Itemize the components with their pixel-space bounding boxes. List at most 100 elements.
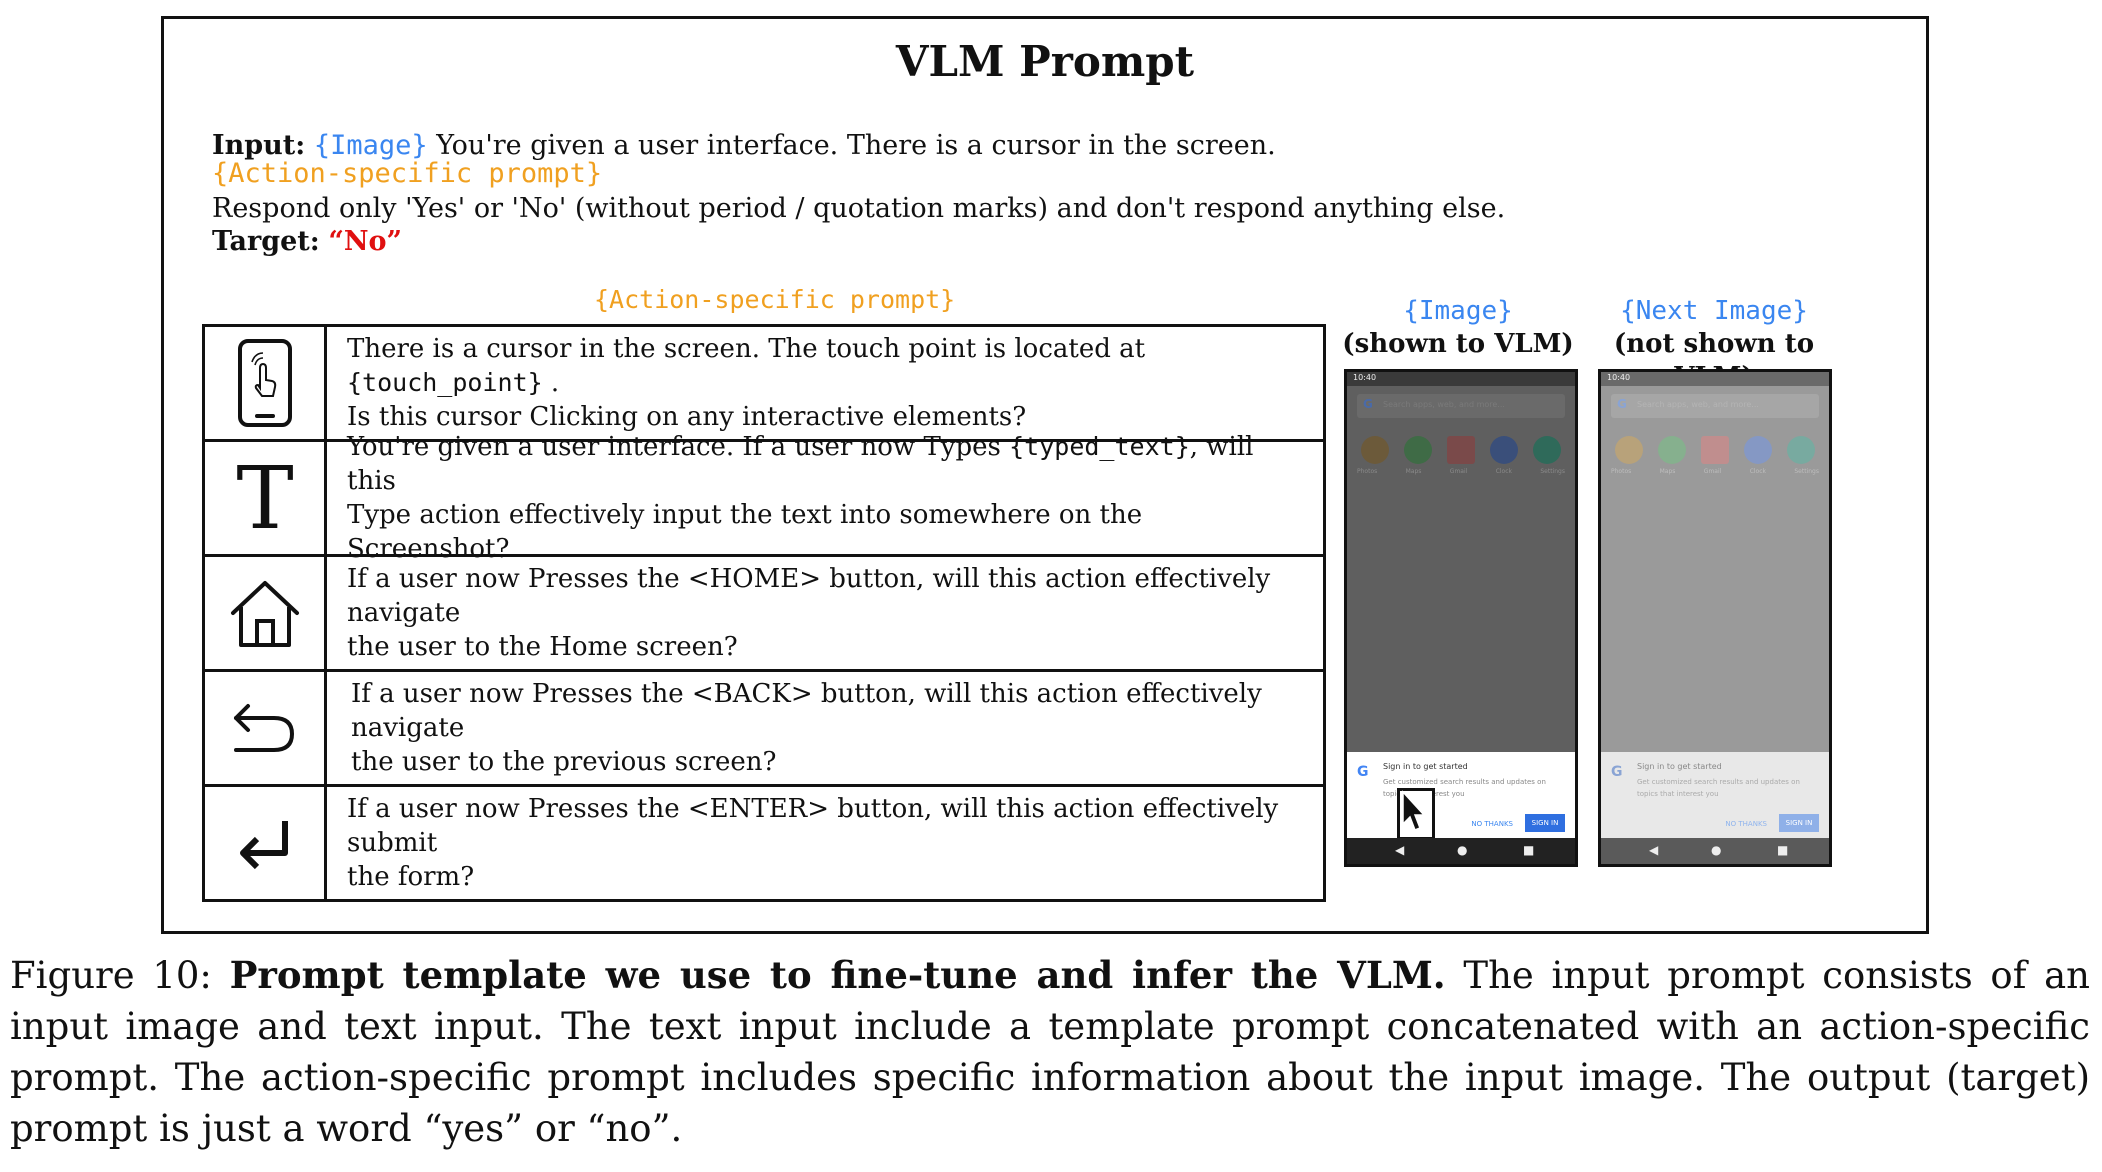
next-image-token-label: {Next Image} (1620, 296, 1808, 326)
prompt-figure-box: VLM Prompt Input: {Image} You're given a… (161, 16, 1929, 934)
google-g-icon: G (1611, 764, 1623, 780)
row-text-1b: Is this cursor Clicking on any interacti… (347, 402, 1027, 432)
home-icon (230, 581, 299, 647)
nav-home-icon: ● (1457, 843, 1468, 857)
status-time: 10:40 (1607, 373, 1631, 382)
sign-in-button[interactable]: SIGN IN (1779, 814, 1819, 832)
app-clock-icon (1490, 436, 1518, 464)
row-text-5b: the form? (347, 862, 475, 892)
image-label: {Image} (shown to VLM) (1328, 295, 1588, 361)
sheet-title: Sign in to get started (1637, 762, 1722, 771)
app-label: Maps (1405, 468, 1422, 475)
nav-recents-icon: ■ (1523, 843, 1535, 857)
home-screen: G Search apps, web, and more... Photos M… (1601, 386, 1829, 838)
table-row: T You're given a user interface. If a us… (205, 432, 1323, 564)
sheet-body: Get customized search results and update… (1637, 778, 1800, 798)
sign-in-sheet: G Sign in to get started Get customized … (1601, 752, 1829, 838)
typed-text-token: {typed_text} (1009, 432, 1190, 461)
app-settings-icon (1787, 436, 1815, 464)
app-photos-icon (1615, 436, 1643, 464)
row-text-3a: If a user now Presses the <HOME> button,… (347, 564, 1271, 628)
caption-number: 10: (152, 954, 212, 997)
shown-caption: (shown to VLM) (1342, 329, 1574, 359)
app-maps-icon (1658, 436, 1686, 464)
nav-back-icon: ◀ (1649, 843, 1659, 857)
caption-label: Figure (10, 954, 135, 997)
nav-bar: ◀ ● ■ (1601, 838, 1829, 864)
app-label: Gmail (1449, 468, 1468, 475)
app-labels: Photos Maps Gmail Clock Settings (1611, 468, 1819, 475)
caption-bold: Prompt template we use to fine-tune and … (229, 953, 1446, 997)
table-row: If a user now Presses the <HOME> button,… (205, 557, 1323, 672)
phone-touch-icon (237, 339, 292, 427)
sheet-title: Sign in to get started (1383, 762, 1468, 771)
app-label: Photos (1357, 468, 1378, 475)
sign-in-button[interactable]: SIGN IN (1525, 814, 1565, 832)
no-thanks-button[interactable]: NO THANKS (1725, 820, 1767, 828)
touch-point-token: {touch_point} (347, 368, 543, 397)
respond-line: Respond only 'Yes' or 'No' (without peri… (212, 193, 1506, 224)
target-line: Target: “No” (212, 225, 1505, 258)
nav-back-icon: ◀ (1395, 843, 1405, 857)
prompt-template: Input: {Image} You're given a user inter… (212, 129, 1505, 258)
app-label: Clock (1495, 468, 1512, 475)
app-clock-icon (1744, 436, 1772, 464)
app-maps-icon (1404, 436, 1432, 464)
search-placeholder: Search apps, web, and more... (1637, 400, 1759, 409)
enter-icon (239, 821, 288, 870)
home-screen: G Search apps, web, and more... Photos M… (1347, 386, 1575, 840)
action-token: {Action-specific prompt} (212, 158, 603, 189)
input-label: Input: (212, 130, 306, 161)
text-cell: If a user now Presses the <HOME> button,… (327, 557, 1323, 669)
svg-text:T: T (236, 458, 293, 538)
icon-cell (205, 557, 327, 669)
icon-cell (205, 327, 327, 439)
nav-recents-icon: ■ (1777, 843, 1789, 857)
row-text-1c: . (542, 368, 560, 398)
google-g-icon: G (1363, 397, 1373, 411)
nav-bar: ◀ ● ■ (1347, 838, 1575, 864)
icon-cell: T (205, 442, 327, 554)
app-row (1361, 436, 1561, 464)
box-title: VLM Prompt (895, 37, 1195, 86)
text-cell: You're given a user interface. If a user… (327, 432, 1323, 564)
app-label: Photos (1611, 468, 1632, 475)
back-arrow-icon (233, 704, 294, 752)
status-bar: 10:40 (1601, 372, 1829, 386)
next-screenshot-image: 10:40 G Search apps, web, and more... Ph… (1598, 369, 1832, 867)
search-bar: G Search apps, web, and more... (1357, 394, 1565, 418)
app-label: Maps (1659, 468, 1676, 475)
table-row: If a user now Presses the <ENTER> button… (205, 787, 1323, 899)
no-thanks-button[interactable]: NO THANKS (1471, 820, 1513, 828)
google-g-icon: G (1617, 397, 1627, 411)
icon-cell (205, 672, 327, 784)
text-cell: If a user now Presses the <BACK> button,… (327, 672, 1323, 784)
search-bar: G Search apps, web, and more... (1611, 394, 1819, 418)
app-settings-icon (1533, 436, 1561, 464)
target-label: Target: (212, 226, 320, 257)
app-labels: Photos Maps Gmail Clock Settings (1357, 468, 1565, 475)
app-label: Settings (1540, 468, 1565, 475)
row-text-2a: You're given a user interface. If a user… (347, 432, 1010, 462)
app-label: Gmail (1703, 468, 1722, 475)
image-token-label: {Image} (1403, 296, 1513, 326)
type-t-icon: T (236, 458, 293, 538)
table-row: There is a cursor in the screen. The tou… (205, 327, 1323, 442)
screenshot-image: 10:40 G Search apps, web, and more... Ph… (1344, 369, 1578, 867)
google-g-icon: G (1357, 764, 1369, 780)
sign-in-sheet: G Sign in to get started Get customized … (1347, 752, 1575, 840)
app-row (1615, 436, 1815, 464)
row-text-4a: If a user now Presses the <BACK> button,… (351, 679, 1262, 743)
app-label: Settings (1794, 468, 1819, 475)
status-bar: 10:40 (1347, 372, 1575, 386)
app-photos-icon (1361, 436, 1389, 464)
target-value: “No” (328, 226, 403, 257)
cursor-highlight (1397, 788, 1435, 840)
figure-caption: Figure 10: Prompt template we use to fin… (10, 950, 2090, 1154)
app-gmail-icon (1701, 436, 1729, 464)
action-token-line: {Action-specific prompt} (212, 160, 1505, 187)
text-cell: There is a cursor in the screen. The tou… (327, 327, 1323, 439)
app-label: Clock (1749, 468, 1766, 475)
input-text: You're given a user interface. There is … (436, 130, 1276, 161)
search-placeholder: Search apps, web, and more... (1383, 400, 1505, 409)
